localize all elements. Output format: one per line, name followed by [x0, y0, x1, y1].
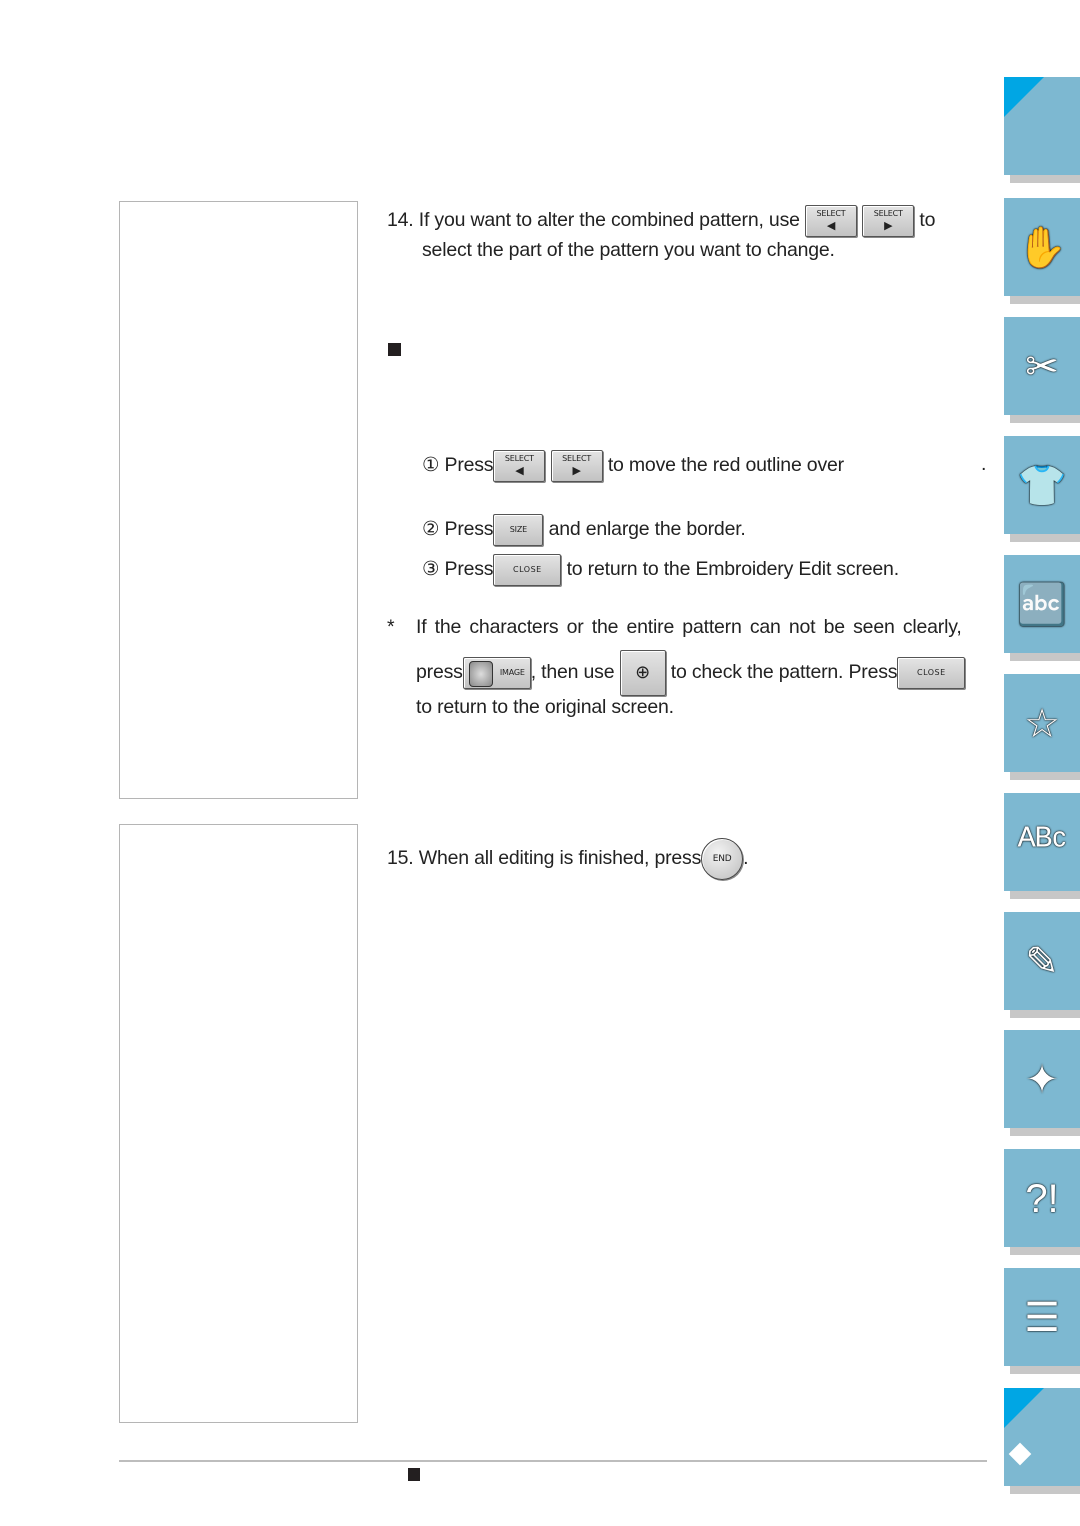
- step-text: Press: [444, 518, 494, 541]
- documents-icon: ☰: [1024, 1296, 1060, 1340]
- circled-number: ①: [422, 454, 440, 477]
- step-text: to move the red outline over: [607, 454, 844, 477]
- right-arrow-icon: ▶: [572, 464, 581, 477]
- select-left-button[interactable]: SELECT ◀: [493, 450, 546, 482]
- chapter-tab-my-custom-stitch[interactable]: ✎: [1004, 912, 1080, 1018]
- end-button[interactable]: END: [701, 838, 744, 880]
- note-asterisk: *: [387, 616, 395, 638]
- note-line-2: press IMAGE , then use ⊕ to check the patt…: [416, 650, 966, 696]
- diamond-icon: [1008, 1442, 1032, 1466]
- step-text: and enlarge the border.: [548, 518, 746, 541]
- magnifier-icon: ⊕: [635, 662, 650, 683]
- substep-1: ① Press SELECT ◀ SELECT ▶ to move the red o…: [422, 450, 844, 482]
- step-text: to return to the Embroidery Edit screen.: [566, 558, 900, 581]
- substep-2: ② Press SIZE and enlarge the border.: [422, 514, 746, 546]
- step-text: If you want to alter the combined patter…: [418, 209, 800, 232]
- thread-spool-scissors-icon: ✂: [1025, 345, 1059, 389]
- left-arrow-icon: ◀: [515, 464, 524, 477]
- shirt-arc-text-icon: ᴬᴮᶜ: [1017, 821, 1067, 865]
- hoop-image-icon: [468, 661, 493, 687]
- trailing-period: .: [743, 847, 749, 870]
- shirt-pencil-icon: ✎: [1025, 940, 1059, 984]
- embroidery-frame-star-icon: ☆: [1024, 702, 1060, 746]
- button-label: IMAGE: [499, 668, 525, 677]
- circled-number: ②: [422, 518, 440, 541]
- left-arrow-icon: ◀: [826, 219, 836, 232]
- circled-number: ③: [422, 558, 440, 581]
- chapter-tab-maintenance[interactable]: ✦: [1004, 1030, 1080, 1136]
- chapter-tab-index[interactable]: [1004, 1388, 1080, 1494]
- trailing-period: .: [981, 453, 987, 475]
- substep-3: ③ Press CLOSE to return to the Embroidery…: [422, 554, 899, 586]
- chapter-tab-appendix[interactable]: ☰: [1004, 1268, 1080, 1374]
- right-arrow-icon: ▶: [884, 219, 893, 232]
- step-text: Press: [444, 454, 494, 477]
- step-number: 15.: [387, 847, 414, 870]
- chapter-tab-embroidery[interactable]: ☆: [1004, 674, 1080, 780]
- sewing-machine-brush-icon: ✦: [1025, 1058, 1059, 1102]
- section-bullet-square: [388, 343, 401, 356]
- shirt-stitch-icon: 👕: [1017, 464, 1067, 508]
- step-15: 15. When all editing is finished, press E…: [387, 838, 749, 880]
- step-14-line-1: 14. If you want to alter the combined pa…: [387, 205, 935, 237]
- margin-note-box-2: [119, 824, 358, 1423]
- select-left-button[interactable]: SELECT ◀: [804, 205, 857, 237]
- select-right-button[interactable]: SELECT ▶: [550, 450, 603, 482]
- margin-note-box-1: [119, 201, 358, 799]
- footer-page-marker: [408, 1468, 420, 1481]
- chapter-tab-character-decorative[interactable]: 🔤: [1004, 555, 1080, 661]
- note-line-1: If the characters or the entire pattern …: [416, 616, 962, 638]
- chapter-tab-utility-stitches[interactable]: 👕: [1004, 436, 1080, 542]
- size-button[interactable]: SIZE: [493, 514, 544, 546]
- note-text: press: [416, 661, 463, 684]
- chapter-tab-sewing-basics[interactable]: ✂: [1004, 317, 1080, 423]
- step-text: Press: [444, 558, 494, 581]
- chapter-tab-troubleshooting[interactable]: ?!: [1004, 1149, 1080, 1255]
- step-14-line-2: select the part of the pattern you want …: [422, 239, 835, 261]
- note-line-3: to return to the original screen.: [416, 696, 674, 718]
- sewing-machine-question-icon: ?!: [1025, 1177, 1059, 1221]
- chapter-tab-embroidery-edit[interactable]: ᴬᴮᶜ: [1004, 793, 1080, 899]
- image-button[interactable]: IMAGE: [462, 657, 531, 689]
- chapter-tab-contents[interactable]: [1004, 77, 1080, 183]
- note-text: , then use: [530, 661, 615, 684]
- button-label: SELECT: [816, 209, 846, 218]
- sewing-machine-hand-icon: ✋: [1017, 226, 1067, 270]
- note-text: to check the pattern. Press: [670, 661, 898, 684]
- corner-triangle-icon: [1004, 77, 1044, 117]
- select-right-button[interactable]: SELECT ▶: [862, 205, 915, 237]
- step-number: 14.: [387, 209, 414, 232]
- step-text: When all editing is finished, press: [418, 847, 702, 870]
- footer-divider: [119, 1460, 987, 1462]
- button-label: SELECT: [504, 454, 534, 463]
- step-text: to: [919, 209, 936, 232]
- button-label: SELECT: [873, 209, 903, 218]
- button-label: SELECT: [562, 454, 592, 463]
- zoom-magnifier-button[interactable]: ⊕: [619, 650, 666, 696]
- close-button[interactable]: CLOSE: [493, 554, 562, 586]
- chapter-tab-getting-ready[interactable]: ✋: [1004, 198, 1080, 304]
- close-button[interactable]: CLOSE: [897, 657, 966, 689]
- shirt-abc-icon: 🔤: [1017, 583, 1067, 627]
- corner-triangle-icon: [1004, 1388, 1044, 1428]
